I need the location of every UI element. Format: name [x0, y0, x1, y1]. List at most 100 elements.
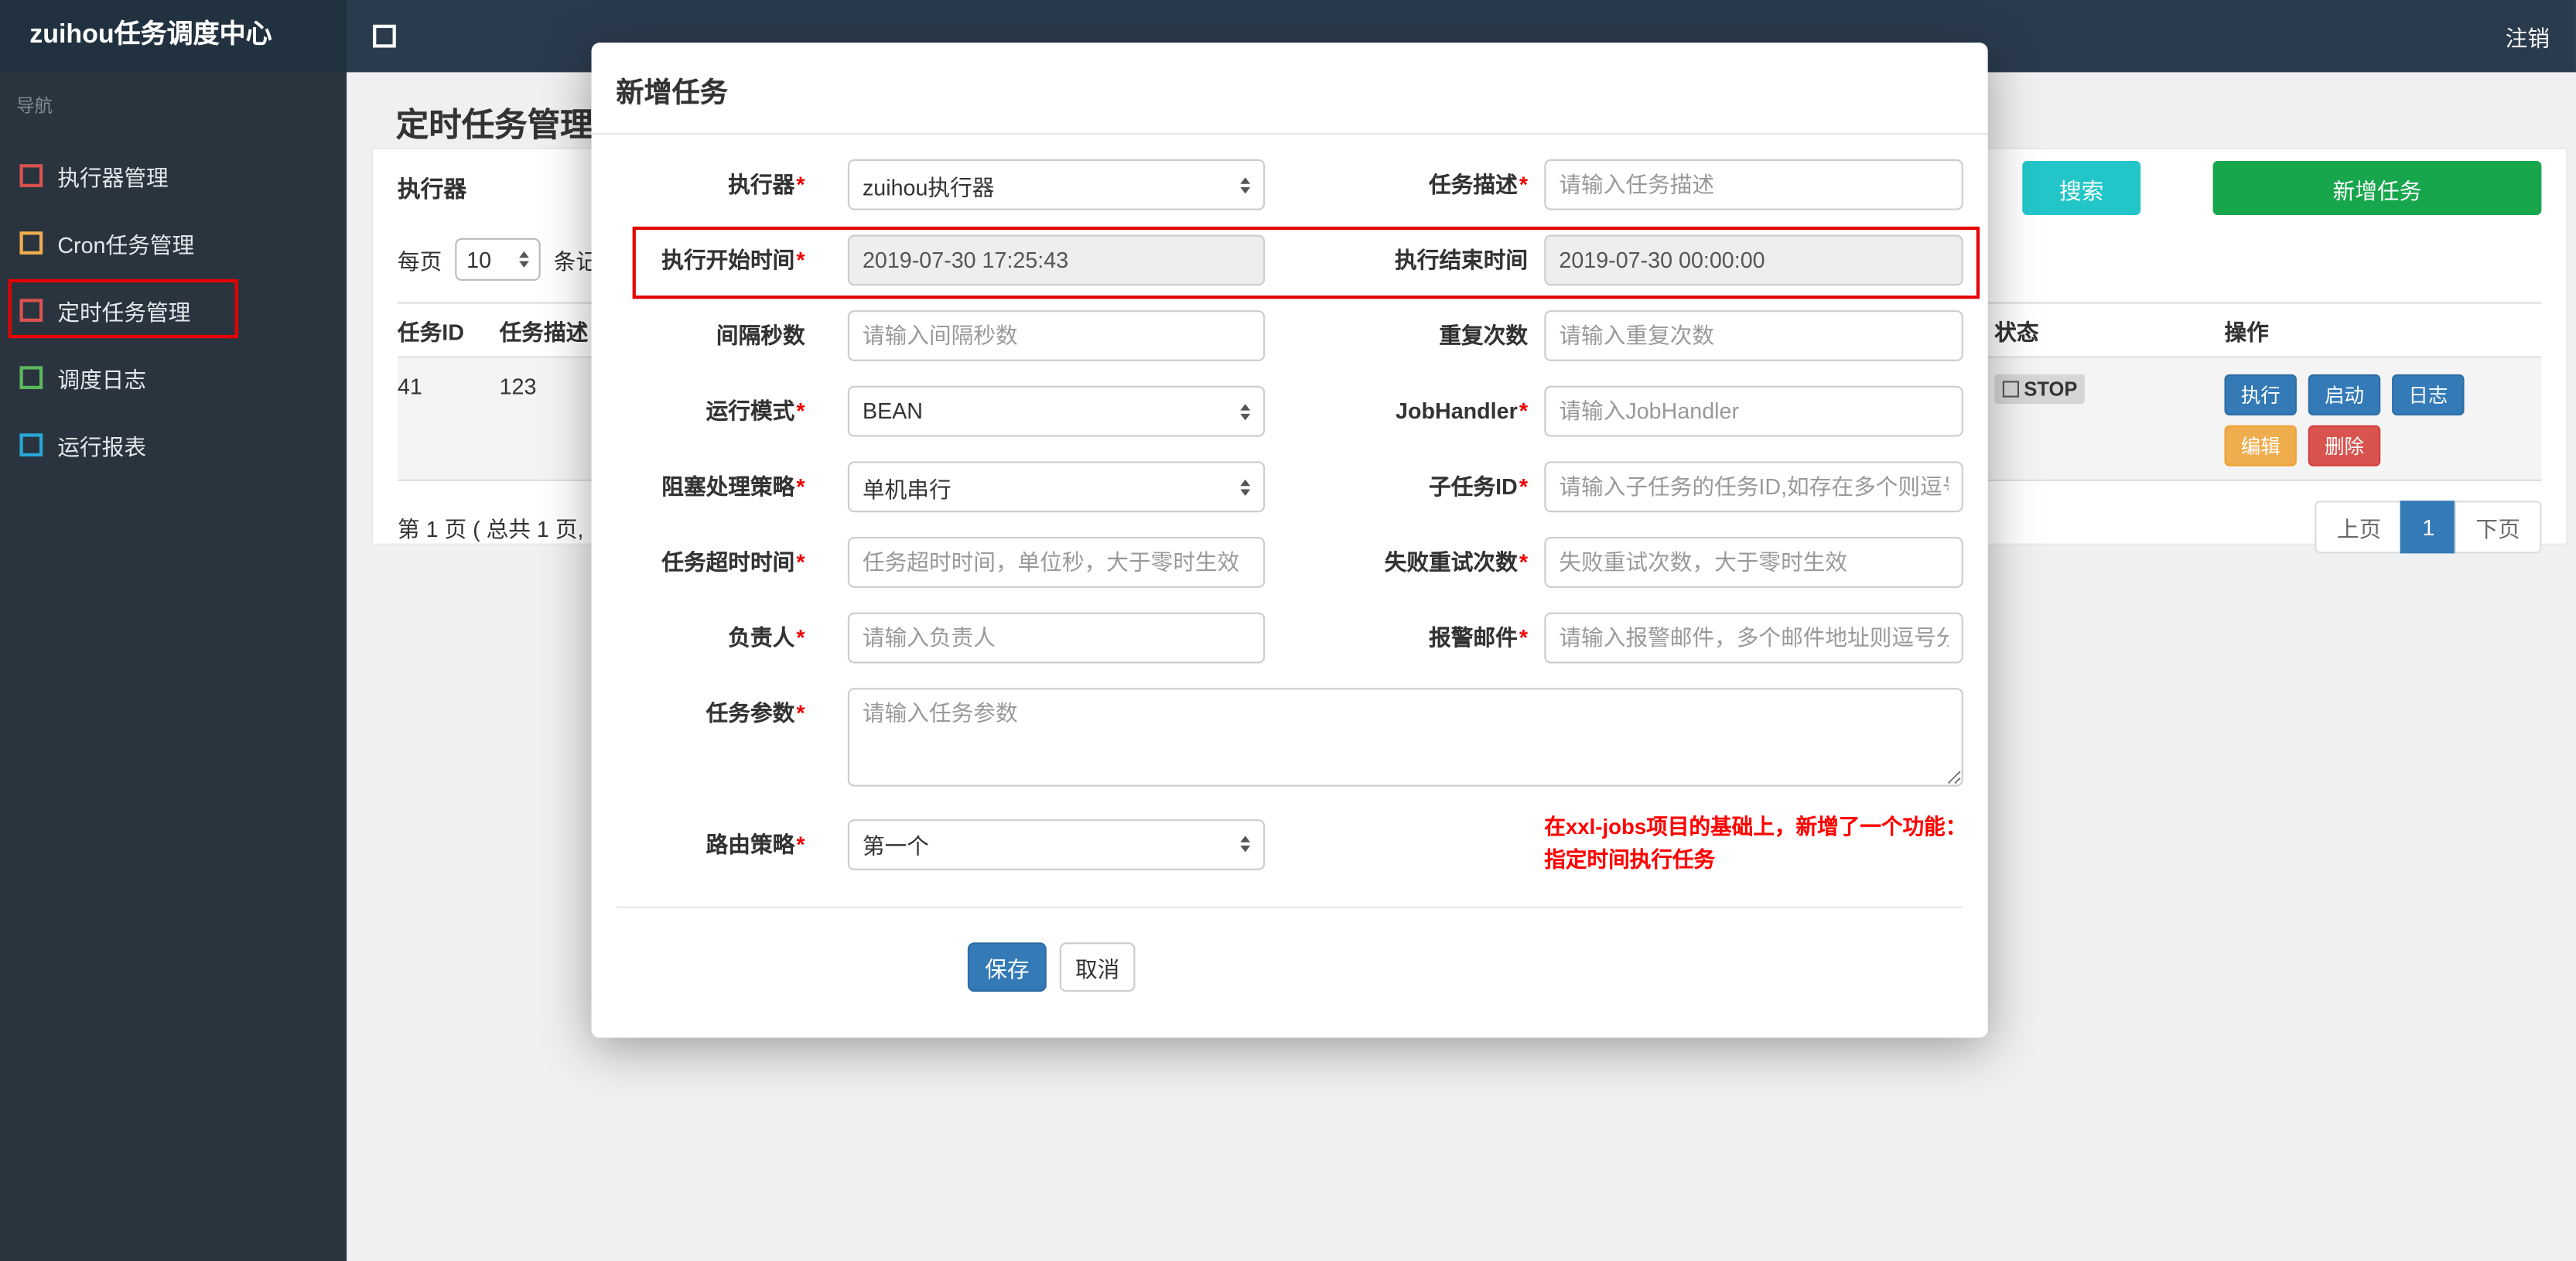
job-handler-input[interactable] [1544, 385, 1963, 437]
app-root: zuihou任务调度中心 注销 导航 执行器管理 Cron任务管理 定时任务管理 [0, 0, 2576, 1261]
end-time-input[interactable] [1544, 234, 1963, 286]
select-caret-icon [1240, 478, 1251, 495]
alarm-email-input[interactable] [1544, 612, 1963, 664]
save-button[interactable]: 保存 [967, 942, 1047, 992]
pagination: 上页 1 下页 [2315, 501, 2542, 554]
repeat-count-input[interactable] [1544, 310, 1963, 361]
route-strategy-select[interactable]: 第一个 [847, 818, 1266, 870]
required-mark: * [796, 398, 805, 424]
executor-select-value: zuihou执行器 [862, 175, 995, 200]
child-job-id-label: 子任务ID * [1429, 474, 1529, 500]
required-mark: * [796, 625, 805, 651]
brand-title[interactable]: zuihou任务调度中心 [0, 0, 347, 73]
sidebar-item-dispatch-log[interactable]: 调度日志 [0, 343, 347, 411]
per-page-select[interactable]: 10 [455, 238, 541, 281]
modal-body: 执行器* zuihou执行器 任务描述* 执行开始时间* 执行结束时间 间隔秒数 [592, 135, 1988, 992]
sidebar-item-timed-task-manage[interactable]: 定时任务管理 [0, 276, 347, 343]
fail-retry-input[interactable] [1544, 537, 1963, 588]
job-param-textarea[interactable] [847, 688, 1963, 787]
run-button[interactable]: 执行 [2224, 374, 2297, 415]
add-task-modal: 新增任务 执行器* zuihou执行器 任务描述* 执行开始时间* 执行结束时间 [591, 43, 1988, 1038]
select-caret-icon [1240, 403, 1251, 420]
sidebar-menu: 执行器管理 Cron任务管理 定时任务管理 调度日志 运行报表 [0, 142, 347, 478]
required-mark: * [1519, 625, 1529, 651]
sidebar-item-executor-manage[interactable]: 执行器管理 [0, 142, 347, 209]
add-task-button[interactable]: 新增任务 [2212, 160, 2542, 216]
cell-job-id: 41 [397, 374, 422, 399]
job-desc-input[interactable] [1544, 159, 1963, 210]
glue-type-select[interactable]: BEAN [847, 385, 1266, 437]
prev-page-button[interactable]: 上页 [2315, 501, 2403, 554]
required-mark: * [796, 831, 805, 856]
timeout-input[interactable] [847, 537, 1266, 588]
sidebar-item-label: Cron任务管理 [57, 232, 195, 258]
current-page-button[interactable]: 1 [2400, 501, 2456, 554]
interval-input[interactable] [847, 310, 1266, 361]
red-square-icon [19, 163, 43, 186]
feature-note-line2: 指定时间执行任务 [1544, 847, 1716, 872]
form-divider [616, 906, 1963, 908]
form-row-interval: 间隔秒数 重复次数 [616, 310, 1987, 361]
cell-status: STOP [1994, 374, 2224, 405]
form-row-timeout: 任务超时时间* 失败重试次数* [616, 537, 1987, 588]
executor-label: 执行器 * [728, 172, 805, 197]
start-time-input[interactable] [847, 234, 1266, 286]
form-row-glue: 运行模式 * BEAN JobHandler * [616, 385, 1987, 437]
modal-header: 新增任务 [591, 43, 1988, 135]
sidebar-item-label: 执行器管理 [57, 165, 169, 190]
action-buttons-line-1: 执行 启动 日志 [2224, 374, 2531, 415]
select-caret-icon [1240, 836, 1251, 853]
modal-footer-buttons: 保存 取消 [967, 942, 1988, 992]
job-param-label: 任务参数 * [705, 701, 805, 726]
form-row-route-strategy: 路由策略 * 第一个 在xxl-jobs项目的基础上，新增了一个功能： 指定时间执… [616, 811, 1987, 877]
start-button[interactable]: 启动 [2308, 374, 2381, 415]
executor-select[interactable]: zuihou执行器 [847, 159, 1266, 210]
alarm-email-label: 报警邮件 * [1429, 625, 1529, 651]
block-strategy-label: 阻塞处理策略 * [661, 474, 805, 500]
form-row-job-param: 任务参数 * [616, 688, 1987, 787]
log-button[interactable]: 日志 [2392, 374, 2465, 415]
form-row-executor: 执行器 * zuihou执行器 任务描述 * [616, 159, 1987, 210]
job-desc-label: 任务描述 * [1429, 172, 1529, 197]
orange-square-icon [19, 231, 43, 254]
author-input[interactable] [847, 612, 1266, 664]
status-stop-badge: STOP [1994, 374, 2086, 405]
required-mark: * [1519, 550, 1529, 575]
required-mark: * [1519, 474, 1529, 500]
edit-button[interactable]: 编辑 [2224, 425, 2297, 466]
route-strategy-select-value: 第一个 [862, 834, 929, 859]
sidebar-item-label: 运行报表 [57, 434, 147, 460]
interval-label: 间隔秒数 [716, 323, 805, 348]
block-strategy-select[interactable]: 单机串行 [847, 461, 1266, 513]
repeat-count-label: 重复次数 [1439, 323, 1529, 348]
next-page-button[interactable]: 下页 [2454, 501, 2542, 554]
green-square-icon [19, 365, 43, 388]
per-page-label: 每页 [397, 249, 442, 275]
cancel-button[interactable]: 取消 [1059, 942, 1136, 992]
child-job-id-input[interactable] [1544, 461, 1963, 513]
sidebar-item-label: 定时任务管理 [57, 299, 191, 325]
menu-toggle-icon[interactable] [373, 24, 396, 48]
delete-button[interactable]: 删除 [2308, 425, 2381, 466]
sidebar-item-run-report[interactable]: 运行报表 [0, 411, 347, 478]
header-actions: 操作 [2224, 320, 2269, 345]
glue-type-label: 运行模式 * [705, 398, 805, 424]
sidebar-item-cron-task-manage[interactable]: Cron任务管理 [0, 209, 347, 276]
header-job-id: 任务ID [397, 320, 464, 345]
search-button[interactable]: 搜索 [2022, 160, 2141, 216]
start-time-label: 执行开始时间 * [661, 248, 805, 273]
logout-link[interactable]: 注销 [2506, 19, 2550, 52]
modal-title: 新增任务 [616, 77, 728, 109]
required-mark: * [796, 248, 805, 273]
end-time-label: 执行结束时间 [1395, 248, 1529, 273]
blue-square-icon [19, 432, 43, 456]
sidebar: 导航 执行器管理 Cron任务管理 定时任务管理 调度日志 运行报表 [0, 72, 347, 1261]
select-caret-icon [1240, 176, 1251, 193]
form-row-author: 负责人* 报警邮件* [616, 612, 1987, 664]
required-mark: * [1519, 172, 1529, 197]
stop-square-icon [2002, 381, 2020, 398]
cell-actions: 执行 启动 日志 编辑 删除 [2224, 374, 2541, 466]
select-caret-icon [519, 251, 529, 268]
feature-note-line1: 在xxl-jobs项目的基础上，新增了一个功能： [1544, 814, 1967, 839]
required-mark: * [796, 474, 805, 500]
